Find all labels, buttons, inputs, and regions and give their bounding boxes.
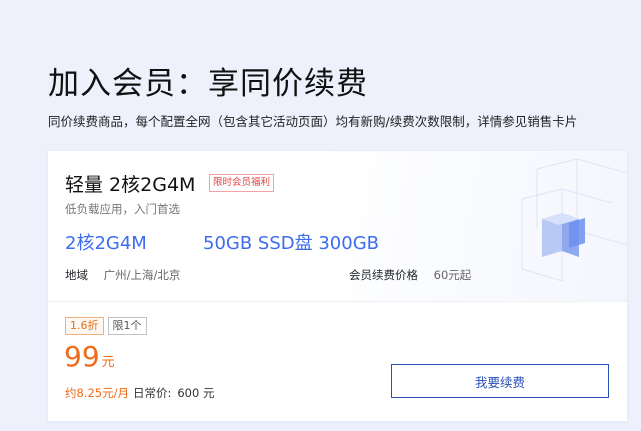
original-price: 600 元 bbox=[177, 386, 215, 400]
product-card: 轻量 2核2G4M 限时会员福利 低负载应用，入门首选 2核2G4M 50GB … bbox=[48, 151, 627, 421]
member-price-info: 会员续费价格 60元起 bbox=[349, 267, 471, 283]
discount-badge: 1.6折 bbox=[65, 317, 104, 335]
monthly-price: 约8.25元/月 bbox=[65, 386, 129, 400]
cube-decoration-icon bbox=[521, 159, 627, 282]
purchase-limit-badge: 限1个 bbox=[107, 317, 147, 335]
renew-button[interactable]: 我要续费 bbox=[391, 364, 609, 398]
price-value: 99 bbox=[64, 340, 100, 373]
price: 99 元 bbox=[64, 340, 115, 373]
page-subtitle: 同价续费商品，每个配置全网（包含其它活动页面）均有新购/续费次数限制，详情参见销… bbox=[48, 114, 578, 129]
page-title: 加入会员：享同价续费 bbox=[48, 66, 368, 102]
region-value: 广州/上海/北京 bbox=[103, 268, 181, 282]
spec-cpu-memory: 2核2G4M bbox=[65, 233, 147, 254]
region-info: 地域 广州/上海/北京 bbox=[65, 267, 180, 283]
limited-offer-tag: 限时会员福利 bbox=[209, 174, 275, 192]
member-price-label: 会员续费价格 bbox=[349, 268, 418, 282]
member-price-value: 60元起 bbox=[433, 268, 472, 282]
daily-price-label: 日常价: bbox=[132, 386, 172, 400]
badge-row: 1.6折 限1个 bbox=[65, 317, 147, 335]
plan-description: 低负载应用，入门首选 bbox=[65, 202, 180, 216]
spec-disk-traffic: 50GB SSD盘 300GB bbox=[203, 233, 380, 254]
price-unit: 元 bbox=[101, 355, 115, 370]
card-divider bbox=[48, 301, 627, 302]
region-label: 地域 bbox=[65, 268, 88, 282]
price-detail: 约8.25元/月 日常价: 600 元 bbox=[65, 385, 214, 401]
plan-name: 轻量 2核2G4M bbox=[65, 174, 196, 196]
